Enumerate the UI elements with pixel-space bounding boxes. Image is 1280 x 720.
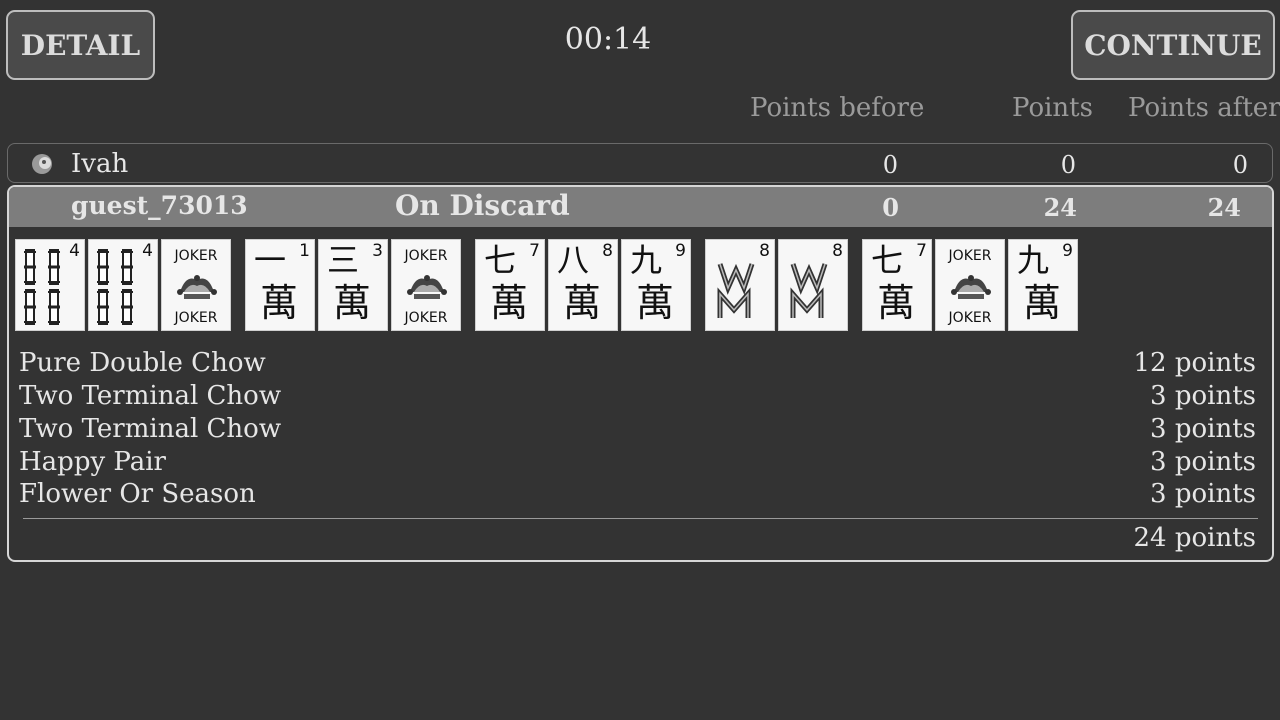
win-type: On Discard [395,189,570,222]
tile-number: 8 [832,241,843,261]
tile-suit: 萬 [877,281,916,325]
tile-number: 9 [1062,241,1073,261]
tile-suit: 萬 [260,281,299,325]
tile-suit: 萬 [1023,281,1062,325]
round-timer: 00:14 [564,22,652,57]
tile-number: 7 [916,241,927,261]
winner-header[interactable]: guest_73013 On Discard 0 24 24 [9,187,1272,227]
tile-numeral: 九 [1017,241,1050,279]
bamboo-icon [93,246,141,332]
points-after-value: 0 [1232,151,1248,179]
joker-label: JOKER [948,248,992,264]
total-points: 24 points [1133,523,1257,553]
tile-suit: 萬 [333,281,372,325]
tile-number: 8 [759,241,770,261]
tile-numeral: 三 [327,241,360,279]
fan-points: 3 points [1150,479,1256,509]
character-tile: 七萬7 [862,239,932,331]
joker-tile: JOKER JOKER [161,239,231,331]
winner-points-before: 0 [882,193,899,222]
tile-numeral: 九 [630,241,663,279]
tile-numeral: 一 [254,241,287,279]
column-header-points: Points [1012,93,1093,123]
character-tile: 九萬9 [621,239,691,331]
joker-tile: JOKER JOKER [935,239,1005,331]
tile-number: 3 [372,241,383,261]
fan-name: Pure Double Chow [19,348,266,378]
tile-numeral: 七 [484,241,517,279]
tile-suit: 萬 [563,281,602,325]
character-tile: 七萬7 [475,239,545,331]
joker-label: JOKER [948,310,992,326]
winner-panel: guest_73013 On Discard 0 24 24 4 4 JOKER JO… [7,185,1274,562]
flower-icon [716,260,766,326]
character-tile: 九萬9 [1008,239,1078,331]
flower-icon [789,260,839,326]
points-before-value: 0 [882,151,898,179]
bamboo-tile: 4 [15,239,85,331]
column-header-points-after: Points after [1128,93,1280,123]
flower-tile: 8 [705,239,775,331]
detail-button[interactable]: DETAIL [6,10,155,80]
fan-points: 3 points [1150,414,1256,444]
fan-name: Two Terminal Chow [19,381,282,411]
jester-hat-icon [406,270,448,308]
tile-number: 1 [299,241,310,261]
fan-name: Flower Or Season [19,479,256,509]
tile-suit: 萬 [490,281,529,325]
total-divider [23,518,1258,519]
player-row-ivah[interactable]: Ivah 0 0 0 [7,143,1273,183]
column-header-points-before: Points before [750,93,925,123]
tile-numeral: 八 [557,241,590,279]
joker-label: JOKER [404,310,448,326]
fan-points: 12 points [1133,348,1257,378]
tile-number: 8 [602,241,613,261]
character-tile: 八萬8 [548,239,618,331]
fan-name: Two Terminal Chow [19,414,282,444]
player-name: Ivah [71,149,129,179]
winner-points: 24 [1043,193,1077,222]
fan-name: Happy Pair [19,447,166,477]
tile-suit: 萬 [636,281,675,325]
joker-label: JOKER [174,310,218,326]
bamboo-icon [20,246,68,332]
tile-numeral: 七 [871,241,904,279]
joker-label: JOKER [404,248,448,264]
fan-points: 3 points [1150,381,1256,411]
tile-number: 4 [69,241,80,261]
tile-number: 9 [675,241,686,261]
winner-name: guest_73013 [71,191,248,220]
jester-hat-icon [950,270,992,308]
tile-number: 4 [142,241,153,261]
bamboo-tile: 4 [88,239,158,331]
joker-label: JOKER [174,248,218,264]
character-tile: 一萬1 [245,239,315,331]
tile-number: 7 [529,241,540,261]
jester-hat-icon [176,270,218,308]
character-tile: 三萬3 [318,239,388,331]
points-value: 0 [1060,151,1076,179]
player-avatar-icon [30,152,56,180]
continue-button[interactable]: CONTINUE [1071,10,1275,80]
fan-points: 3 points [1150,447,1256,477]
flower-tile: 8 [778,239,848,331]
winner-points-after: 24 [1207,193,1241,222]
joker-tile: JOKER JOKER [391,239,461,331]
